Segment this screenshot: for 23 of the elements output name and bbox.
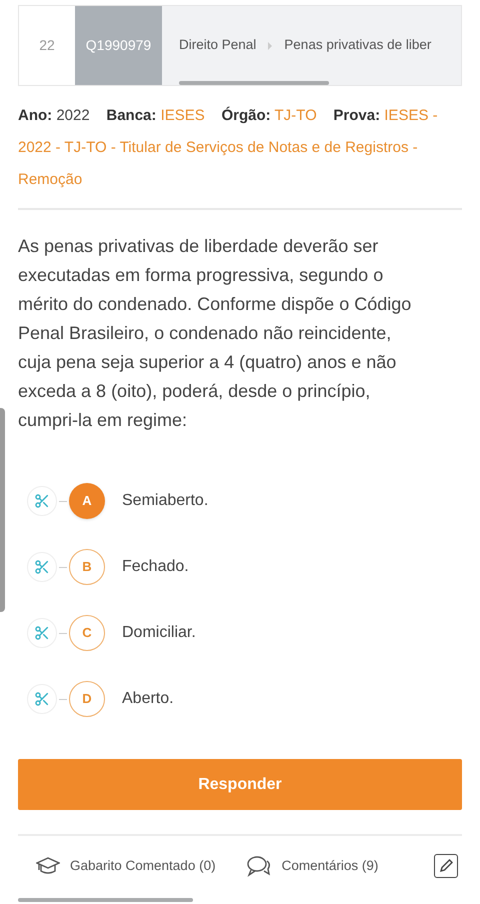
option-text[interactable]: Fechado. (122, 555, 189, 579)
strike-option-button[interactable] (27, 618, 57, 648)
option-text[interactable]: Aberto. (122, 687, 174, 711)
question-text: As penas privativas de liberdade deverão ser executadas em forma progressiva, segundo o mérito do condenado. Conforme dispõe o Código Penal Brasileiro, o condenado não reincidente, cuja pena seja superior a 4 (quatro) anos e não exceda a 8 (oito), poderá, desde o princípio, cumpri-la em regime: (18, 235, 412, 432)
scissors-icon (34, 691, 50, 707)
strike-option-button[interactable] (27, 684, 57, 714)
pencil-icon (438, 858, 454, 874)
breadcrumb-item[interactable]: Penas privativas de liber (284, 35, 432, 56)
speech-bubbles-icon (246, 855, 272, 877)
breadcrumb-item[interactable]: Direito Penal (179, 35, 256, 56)
strike-option-button[interactable] (27, 486, 57, 516)
scissors-icon (34, 493, 50, 509)
answer-comments-tab[interactable]: Gabarito Comentado (0) (36, 856, 216, 876)
comments-tab[interactable]: Comentários (9) (246, 855, 378, 877)
scissors-icon (34, 625, 50, 641)
edit-button[interactable] (434, 854, 458, 878)
question-info: Ano: 2022 Banca: IESES Órgão: TJ-TO Prova: IESES - 2022 - TJ-TO - Titular de Serviços de Notas e de Registros - Remoção (18, 100, 462, 210)
breadcrumb-separator-icon (268, 42, 272, 50)
option-text[interactable]: Domiciliar. (122, 621, 196, 645)
scissors-icon (34, 559, 50, 575)
strike-option-button[interactable] (27, 552, 57, 582)
graduation-cap-icon (36, 857, 60, 875)
option-text[interactable]: Semiaberto. (122, 489, 208, 513)
